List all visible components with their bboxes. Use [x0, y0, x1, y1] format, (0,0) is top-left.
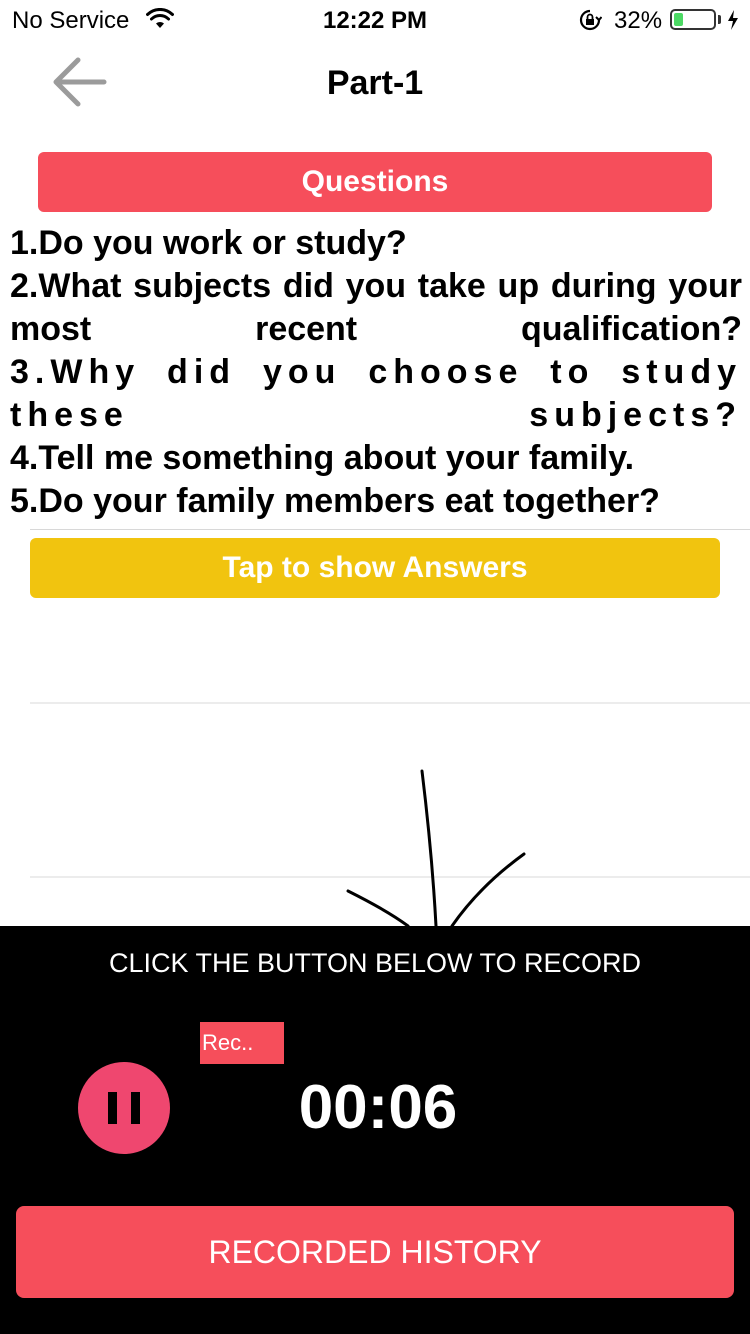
battery-percent: 32%	[614, 7, 663, 34]
sketch-stroke	[450, 852, 526, 926]
battery-nub	[718, 15, 721, 24]
question-item: 2.What subjects did you take up during y…	[10, 267, 742, 348]
pause-button[interactable]	[78, 1062, 170, 1154]
question-item: 1.Do you work or study?	[10, 224, 407, 262]
question-item: 5.Do your family members eat together?	[10, 482, 660, 520]
status-bar: No Service 12:22 PM 32%	[0, 0, 750, 40]
record-panel: CLICK THE BUTTON BELOW TO RECORD Rec.. 0…	[0, 926, 750, 1334]
recorded-history-button[interactable]: RECORDED HISTORY	[16, 1206, 734, 1298]
question-item: 3.Why did you choose to study these subj…	[10, 353, 742, 434]
question-item: 4.Tell me something about your family.	[10, 439, 635, 477]
drawing-canvas[interactable]	[0, 600, 750, 926]
recording-timer: 00:06	[298, 1073, 458, 1142]
battery-level-fill	[674, 13, 684, 26]
questions-header: Questions	[38, 152, 712, 212]
question-list: 1.Do you work or study? 2.What subjects …	[10, 222, 742, 523]
battery-icon	[670, 9, 716, 30]
sketch-stroke	[346, 889, 410, 926]
sketch-stroke	[420, 769, 438, 926]
record-instruction: CLICK THE BUTTON BELOW TO RECORD	[108, 948, 642, 978]
divider	[30, 529, 750, 530]
recording-badge: Rec..	[200, 1022, 284, 1064]
page-title: Part-1	[326, 64, 424, 102]
show-answers-button[interactable]: Tap to show Answers	[30, 538, 720, 598]
charging-bolt-icon	[727, 9, 739, 36]
orientation-lock-icon	[578, 8, 603, 37]
